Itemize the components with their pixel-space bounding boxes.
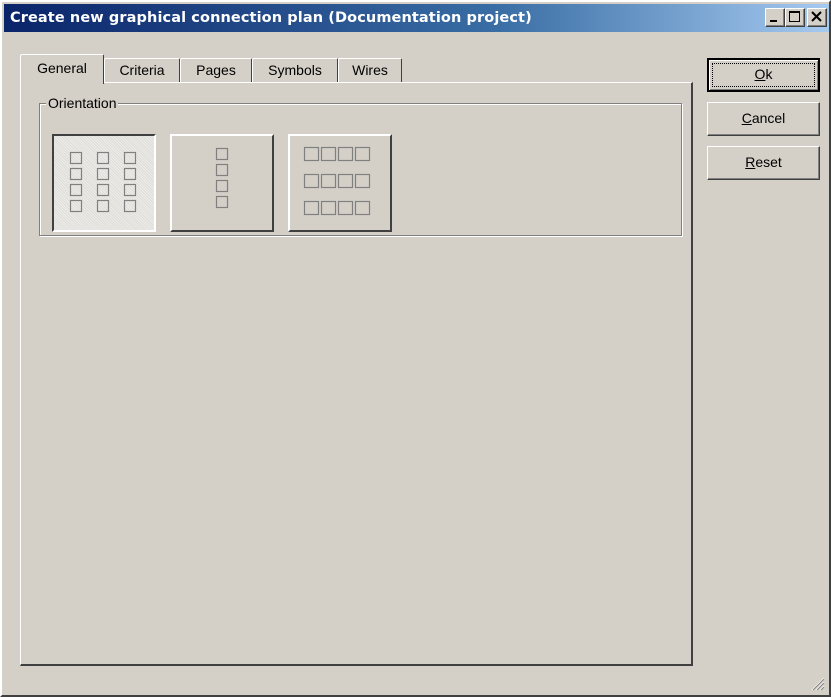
tab-symbols[interactable]: Symbols bbox=[252, 58, 338, 82]
reset-mnemonic: R bbox=[745, 154, 756, 170]
tab-label: Pages bbox=[196, 62, 236, 78]
cancel-label-rest: ancel bbox=[751, 110, 786, 126]
orientation-option-grid[interactable] bbox=[52, 134, 156, 232]
tab-panel-general: Orientation bbox=[20, 82, 693, 666]
cancel-button[interactable]: Cancel bbox=[707, 102, 820, 136]
tab-general[interactable]: General bbox=[20, 54, 104, 84]
tab-wires[interactable]: Wires bbox=[338, 58, 402, 82]
focus-rectangle bbox=[712, 63, 815, 87]
maximize-icon bbox=[789, 11, 800, 22]
title-bar[interactable]: Create new graphical connection plan (Do… bbox=[4, 4, 829, 32]
grid-4x3-icon bbox=[303, 146, 371, 216]
tab-criteria[interactable]: Criteria bbox=[104, 58, 180, 82]
tab-label: Wires bbox=[352, 62, 388, 78]
orientation-label: Orientation bbox=[46, 94, 119, 112]
tab-label: Criteria bbox=[119, 62, 165, 78]
close-icon bbox=[811, 11, 822, 22]
orientation-option-column[interactable] bbox=[170, 134, 274, 232]
cancel-mnemonic: C bbox=[741, 110, 752, 126]
resize-grip-icon[interactable] bbox=[809, 675, 825, 691]
orientation-option-rows[interactable] bbox=[288, 134, 392, 232]
reset-label-rest: eset bbox=[755, 154, 782, 170]
tab-label: Symbols bbox=[268, 62, 322, 78]
title-bar-buttons bbox=[765, 8, 827, 28]
close-button[interactable] bbox=[807, 8, 827, 27]
tab-pages[interactable]: Pages bbox=[180, 58, 252, 82]
window-title: Create new graphical connection plan (Do… bbox=[10, 10, 532, 26]
dialog-window: Create new graphical connection plan (Do… bbox=[0, 0, 831, 697]
tab-label: General bbox=[37, 60, 87, 76]
reset-button[interactable]: Reset bbox=[707, 146, 820, 180]
column-1x4-icon bbox=[215, 147, 229, 209]
maximize-button[interactable] bbox=[785, 8, 805, 27]
minimize-button[interactable] bbox=[765, 8, 785, 27]
grid-3x4-icon bbox=[69, 151, 137, 213]
ok-button[interactable]: Ok bbox=[707, 58, 820, 92]
orientation-group: Orientation bbox=[39, 94, 682, 236]
minimize-icon bbox=[770, 20, 777, 22]
